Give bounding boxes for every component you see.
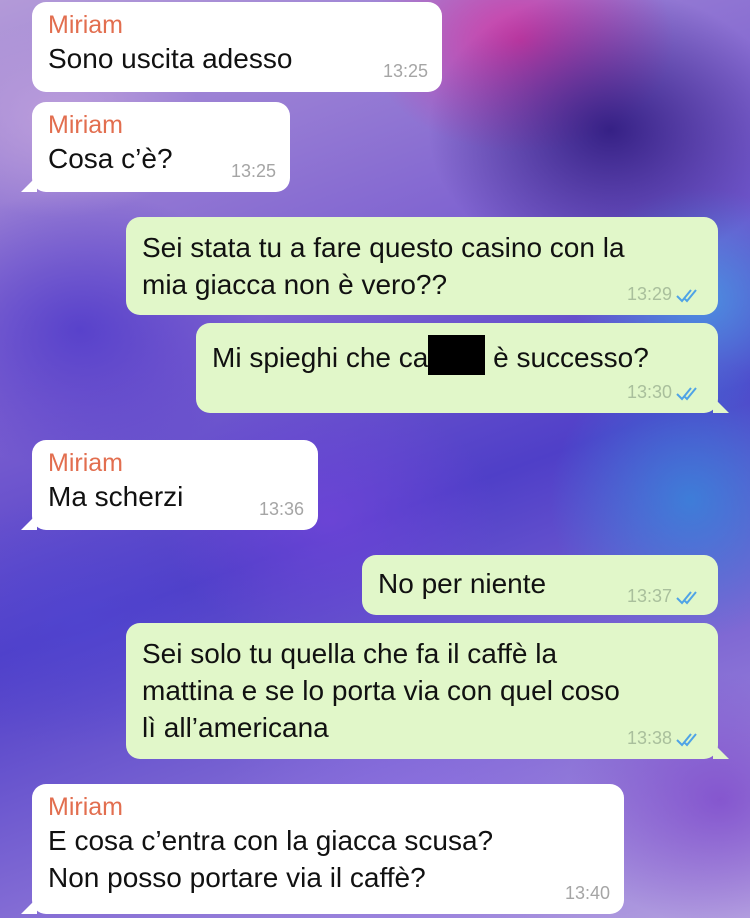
sender-name: Miriam <box>48 449 123 477</box>
bubble-tail <box>713 743 729 759</box>
message-bubble-outgoing[interactable]: Mi spieghi che ca è successo? 13:30 <box>196 323 729 413</box>
message-text-line: Non posso portare via il caffè? <box>48 862 426 893</box>
sender-name: Miriam <box>48 111 123 139</box>
sender-name: Miriam <box>48 11 123 39</box>
bubble-tail <box>713 397 729 413</box>
message-text-line: mia giacca non è vero?? <box>142 269 448 300</box>
message-time: 13:25 <box>230 161 276 181</box>
message-bubble-outgoing[interactable]: Sei stata tu a fare questo casino con la… <box>126 217 718 315</box>
message-bubble-incoming[interactable]: Miriam Sono uscita adesso 13:25 <box>32 2 442 92</box>
double-check-icon <box>676 732 697 746</box>
message-text: Sono uscita adesso <box>48 43 293 74</box>
message-text-part: è successo? <box>485 342 649 373</box>
message-bubble-outgoing[interactable]: Sei solo tu quella che fa il caffè la ma… <box>126 623 729 759</box>
double-check-icon <box>676 288 697 302</box>
message-text-line: lì all’americana <box>142 712 329 743</box>
message-text-line: mattina e se lo porta via con quel coso <box>142 675 620 706</box>
message-time: 13:37 <box>626 586 672 606</box>
message-timestamp-area: 13:25 <box>383 61 428 82</box>
message-time: 13:36 <box>258 499 304 519</box>
message-time: 13:30 <box>626 382 672 402</box>
message-timestamp-area: 13:40 <box>565 883 610 904</box>
message-bubble-incoming[interactable]: Miriam E cosa c’entra con la giacca scus… <box>21 784 624 914</box>
message-timestamp-area: 13:25 <box>231 161 276 182</box>
message-timestamp-area: 13:38 <box>627 728 704 749</box>
message-time: 13:29 <box>626 284 672 304</box>
message-text-line: E cosa c’entra con la giacca scusa? <box>48 825 494 856</box>
message-time: 13:38 <box>626 728 672 748</box>
message-timestamp-area: 13:37 <box>627 586 704 607</box>
double-check-icon <box>676 386 697 400</box>
message-time: 13:40 <box>564 883 610 903</box>
double-check-icon <box>676 590 697 604</box>
message-timestamp-area: 13:29 <box>627 284 704 305</box>
message-time: 13:25 <box>382 61 428 81</box>
bubble-tail <box>21 514 37 530</box>
message-text-line: Sei solo tu quella che fa il caffè la <box>142 638 558 669</box>
bubble-tail <box>21 176 37 192</box>
message-bubble-incoming[interactable]: Miriam Cosa c’è? 13:25 <box>21 102 290 192</box>
message-text-line: Sei stata tu a fare questo casino con la <box>142 232 625 263</box>
redaction-box <box>428 335 486 375</box>
message-text: Mi spieghi che ca è successo? <box>212 335 702 376</box>
message-bubble-incoming[interactable]: Miriam Ma scherzi 13:36 <box>21 440 318 530</box>
message-timestamp-area: 13:30 <box>627 382 704 403</box>
message-text-part: Mi spieghi che ca <box>212 342 429 373</box>
bubble-tail <box>21 898 37 914</box>
message-bubble-outgoing[interactable]: No per niente 13:37 <box>362 555 718 615</box>
message-timestamp-area: 13:36 <box>259 499 304 520</box>
sender-name: Miriam <box>48 793 123 821</box>
